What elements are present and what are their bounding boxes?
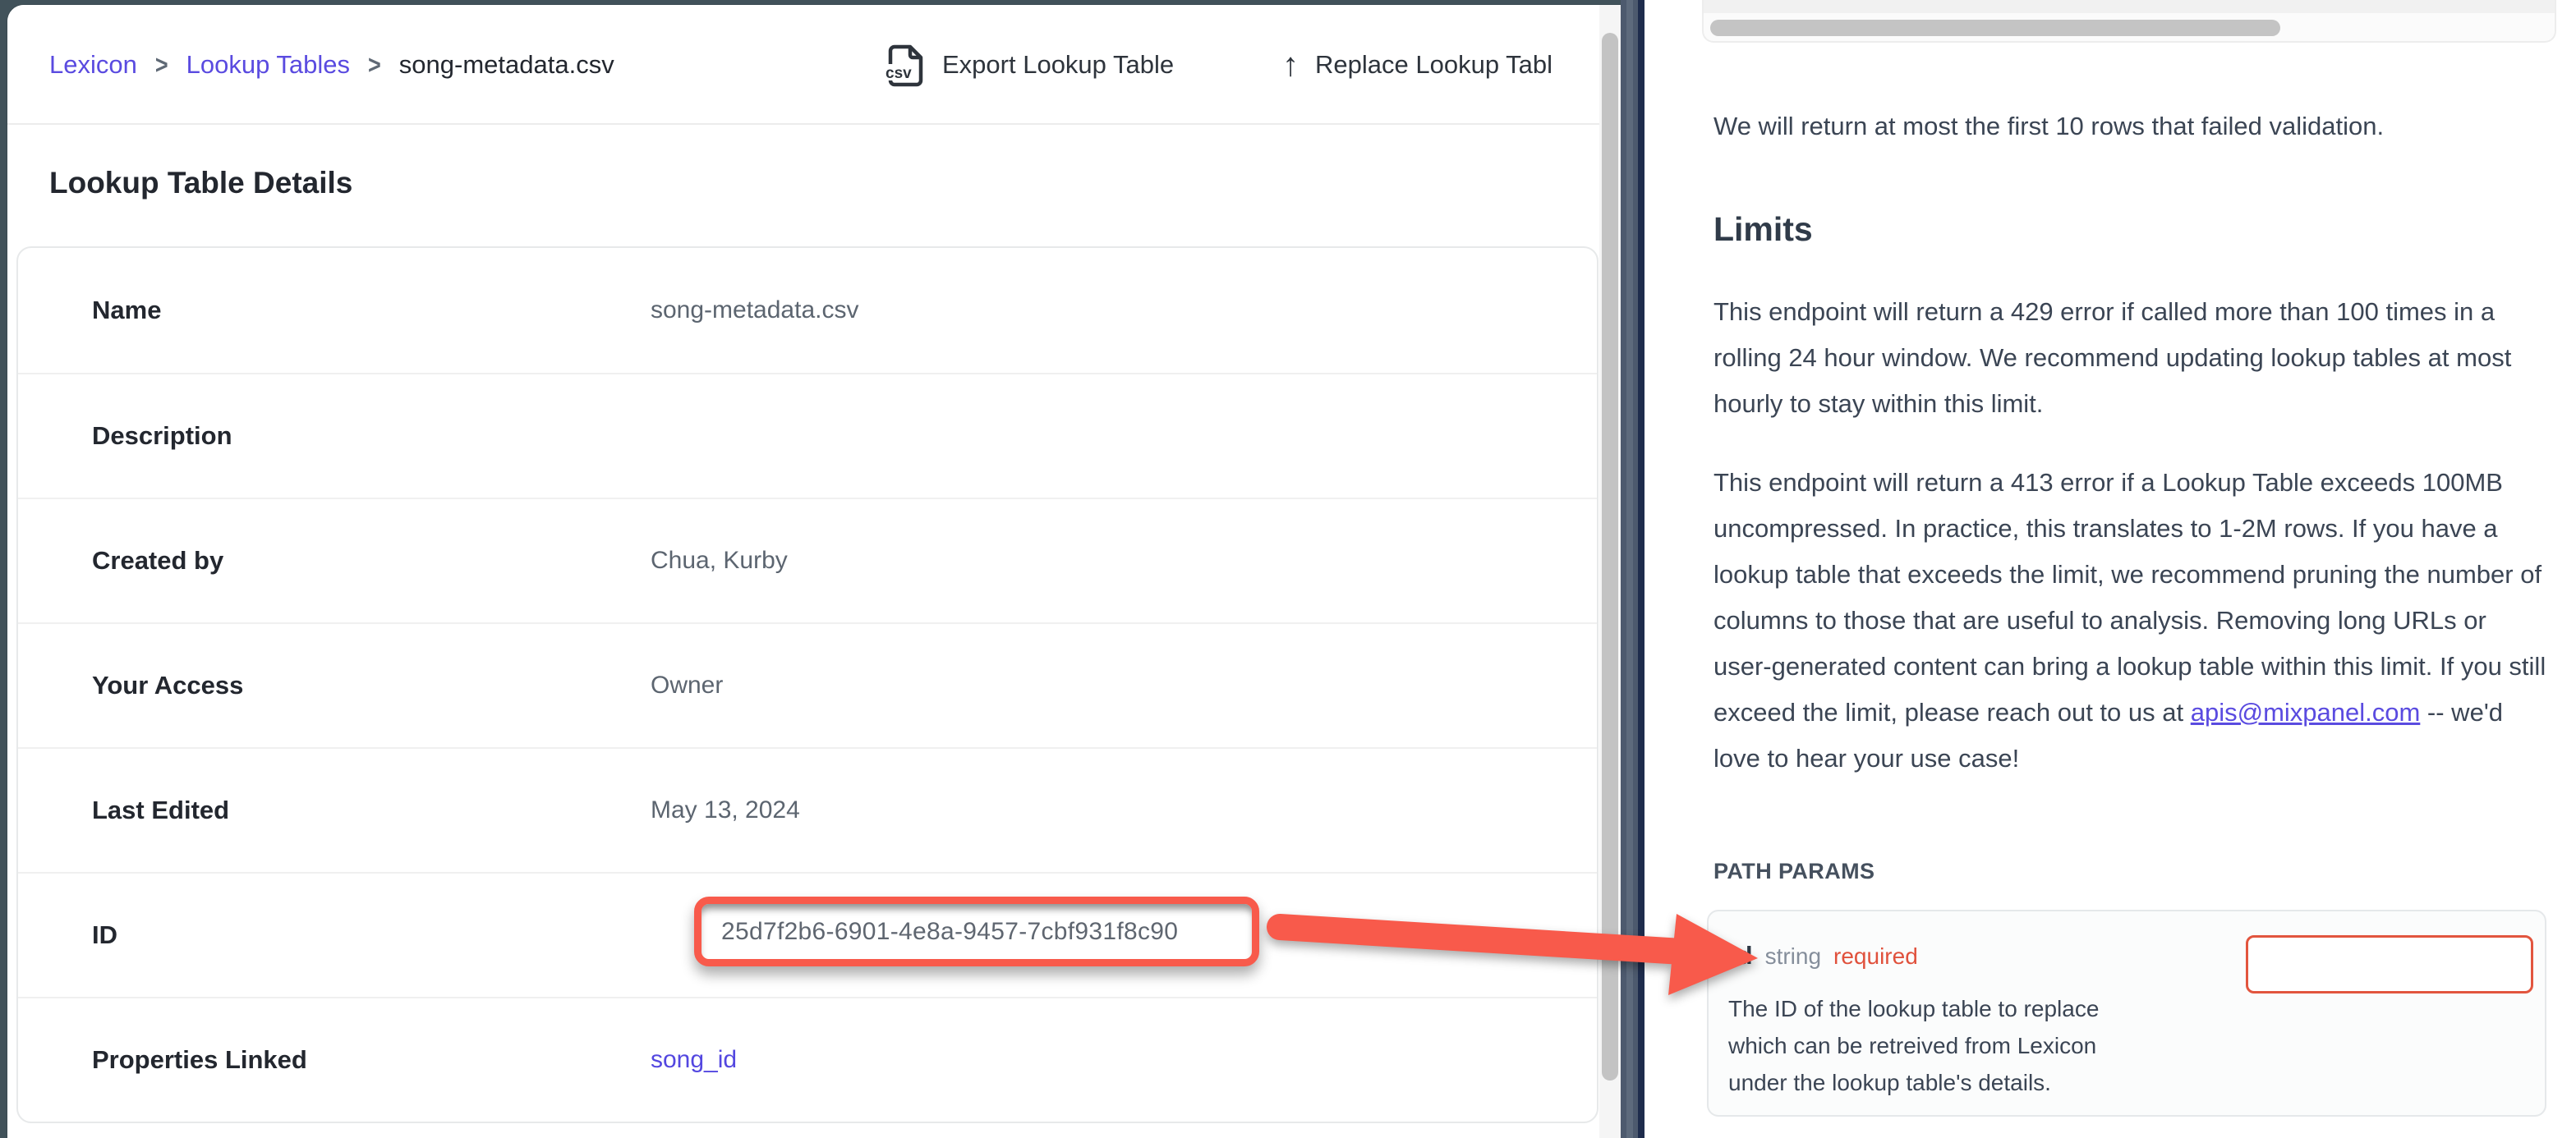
breadcrumb-lexicon[interactable]: Lexicon — [49, 50, 137, 80]
breadcrumb-separator-icon: > — [155, 50, 168, 80]
apis-email-link[interactable]: apis@mixpanel.com — [2191, 698, 2421, 727]
path-params-heading: PATH PARAMS — [1714, 859, 1874, 884]
code-sample-block-bottom — [1702, 0, 2556, 43]
horizontal-scrollbar-thumb[interactable] — [1710, 20, 2280, 36]
replace-button-label: Replace Lookup Tabl — [1315, 50, 1552, 80]
id-param-input[interactable] — [2246, 935, 2533, 993]
param-header: id string required — [1730, 941, 1918, 971]
row-label: Properties Linked — [18, 1045, 651, 1075]
row-label: Last Edited — [18, 796, 651, 825]
table-row-description: Description — [18, 373, 1597, 498]
limits-heading: Limits — [1714, 210, 1813, 249]
breadcrumb-separator-icon: > — [368, 50, 381, 80]
svg-text:csv: csv — [886, 65, 912, 82]
param-name: id — [1730, 941, 1753, 971]
row-label: Description — [18, 421, 651, 451]
replace-lookup-table-button[interactable]: ↑ Replace Lookup Tabl — [1282, 5, 1552, 125]
row-label: Name — [18, 296, 651, 325]
paragraph-text: This endpoint will return a 413 error if… — [1714, 468, 2546, 727]
id-param-card: id string required The ID of the lookup … — [1707, 910, 2546, 1117]
lookup-table-id-value: 25d7f2b6-6901-4e8a-9457-7cbf931f8c90 — [702, 918, 1178, 946]
breadcrumb-current-file: song-metadata.csv — [399, 50, 614, 80]
table-row-properties-linked: Properties Linked song_id — [18, 997, 1597, 1122]
details-table: Name song-metadata.csv Description Creat… — [16, 246, 1598, 1123]
code-sample-background — [1704, 0, 2555, 13]
song-id-link[interactable]: song_id — [651, 1046, 737, 1074]
window-divider — [1621, 0, 1638, 1138]
left-vertical-scrollbar-track[interactable] — [1599, 5, 1621, 1138]
limits-paragraph-429: This endpoint will return a 429 error if… — [1714, 289, 2546, 427]
row-value: Owner — [651, 672, 723, 700]
id-highlight-annotation-box: 25d7f2b6-6901-4e8a-9457-7cbf931f8c90 — [694, 897, 1259, 966]
validation-note-text: We will return at most the first 10 rows… — [1714, 103, 2546, 149]
breadcrumb: Lexicon > Lookup Tables > song-metadata.… — [49, 5, 614, 125]
table-row-your-access: Your Access Owner — [18, 622, 1597, 747]
row-value: song-metadata.csv — [651, 296, 858, 324]
right-window-left-edge — [1638, 0, 1644, 1138]
csv-file-icon: csv — [883, 43, 926, 87]
export-button-label: Export Lookup Table — [942, 50, 1174, 80]
api-docs-panel: We will return at most the first 10 rows… — [1644, 0, 2576, 1138]
left-window-header: Lexicon > Lookup Tables > song-metadata.… — [7, 5, 1621, 125]
param-required-badge: required — [1833, 943, 1918, 970]
table-row-created-by: Created by Chua, Kurby — [18, 498, 1597, 622]
window-divider-highlight — [1626, 0, 1633, 1138]
breadcrumb-lookup-tables[interactable]: Lookup Tables — [186, 50, 350, 80]
table-row-last-edited: Last Edited May 13, 2024 — [18, 747, 1597, 872]
upload-arrow-icon: ↑ — [1282, 48, 1299, 81]
row-label: Your Access — [18, 671, 651, 700]
table-row-name: Name song-metadata.csv — [18, 248, 1597, 373]
lookup-table-details-window: Lexicon > Lookup Tables > song-metadata.… — [7, 5, 1621, 1138]
row-value: Chua, Kurby — [651, 547, 788, 575]
row-label: ID — [18, 920, 651, 950]
row-label: Created by — [18, 546, 651, 576]
left-vertical-scrollbar-thumb[interactable] — [1602, 33, 1618, 1081]
export-lookup-table-button[interactable]: csv Export Lookup Table — [883, 5, 1174, 125]
page-title: Lookup Table Details — [49, 166, 352, 200]
param-type: string — [1765, 943, 1821, 970]
param-description: The ID of the lookup table to replace wh… — [1728, 990, 2147, 1101]
row-value: May 13, 2024 — [651, 796, 800, 824]
limits-paragraph-413: This endpoint will return a 413 error if… — [1714, 460, 2546, 782]
